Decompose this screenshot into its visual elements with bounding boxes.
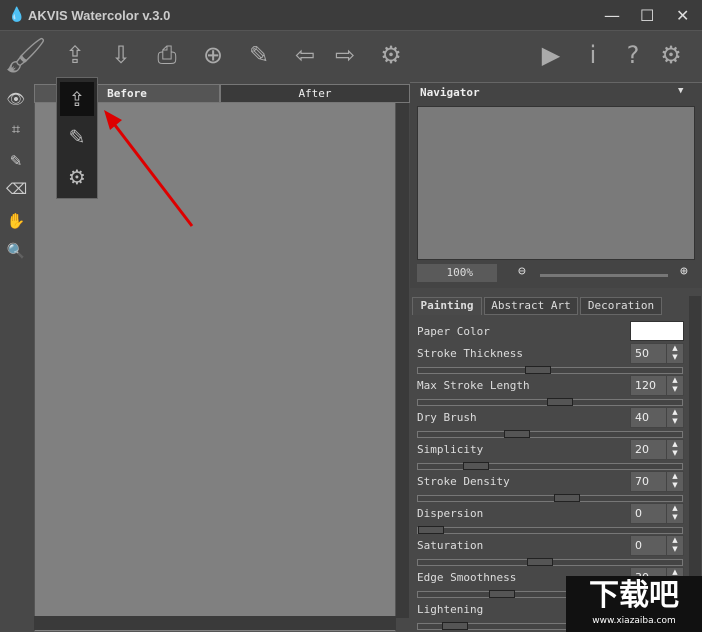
red-arrow-annotation bbox=[104, 110, 194, 227]
watermark-text: 下载吧 bbox=[589, 578, 679, 613]
crop-icon[interactable]: ⌗ bbox=[6, 120, 26, 140]
spin-button[interactable]: ▲▼ bbox=[666, 504, 683, 523]
print-icon[interactable]: ⎙ bbox=[152, 40, 182, 70]
slider-thumb[interactable] bbox=[525, 366, 552, 374]
minimize-button[interactable]: — bbox=[604, 6, 620, 25]
canvas-vertical-scrollbar[interactable] bbox=[396, 103, 409, 618]
watermark: 下载吧 www.xiazaiba.com bbox=[566, 576, 702, 632]
param-label: Lightening bbox=[417, 603, 484, 616]
param-value: 120 bbox=[635, 379, 656, 392]
navigator-title: Navigator bbox=[420, 86, 480, 99]
zoom-slider[interactable] bbox=[540, 274, 668, 277]
param-value-input[interactable]: 70 ▲ ▼ bbox=[630, 471, 684, 492]
param-value: 40 bbox=[635, 411, 649, 424]
paper-color-swatch[interactable] bbox=[630, 321, 684, 341]
run-icon[interactable]: ▶ bbox=[536, 40, 566, 70]
param-value-input[interactable]: 20 ▲ ▼ bbox=[630, 439, 684, 460]
slider-thumb[interactable] bbox=[489, 590, 516, 598]
param-value: 70 bbox=[635, 475, 649, 488]
tab-after[interactable]: After bbox=[220, 84, 410, 103]
canvas-horizontal-scrollbar[interactable] bbox=[34, 616, 396, 630]
open-settings-icon[interactable]: ⚙ bbox=[60, 160, 94, 194]
param-value-input[interactable]: 120 ▲ ▼ bbox=[630, 375, 684, 396]
param-value: 0 bbox=[635, 539, 642, 552]
collapse-icon[interactable]: ▼ bbox=[678, 86, 683, 96]
app-logo-icon: 💧 bbox=[8, 7, 26, 23]
close-button[interactable]: ✕ bbox=[676, 6, 689, 25]
tab-decoration[interactable]: Decoration bbox=[580, 297, 662, 315]
spin-button[interactable]: ▲▼ bbox=[666, 472, 683, 491]
share-icon[interactable]: ⊕ bbox=[198, 40, 228, 70]
param-label: Simplicity bbox=[417, 443, 484, 456]
preview-icon[interactable]: 👁 bbox=[6, 90, 26, 110]
param-label: Max Stroke Length bbox=[417, 379, 530, 392]
param-value-input[interactable]: 40 ▲ ▼ bbox=[630, 407, 684, 428]
param-value: 50 bbox=[635, 347, 649, 360]
param-value-input[interactable]: 0 ▲ ▼ bbox=[630, 535, 684, 556]
slider-thumb[interactable] bbox=[503, 430, 530, 438]
hand-icon[interactable]: ✋ bbox=[6, 212, 26, 232]
slider-thumb[interactable] bbox=[546, 398, 573, 406]
param-label: Edge Smoothness bbox=[417, 571, 517, 584]
preferences-icon[interactable]: ⚙ bbox=[656, 40, 686, 70]
paper-color-label: Paper Color bbox=[417, 325, 490, 338]
open-edit-icon[interactable]: ✎ bbox=[60, 120, 94, 154]
param-slider[interactable] bbox=[417, 526, 683, 534]
slider-thumb[interactable] bbox=[441, 622, 468, 630]
param-label: Stroke Density bbox=[417, 475, 510, 488]
open-menu-popup: ⇪ ✎ ⚙ bbox=[56, 77, 98, 199]
settings-icon[interactable]: ⚙ bbox=[376, 40, 406, 70]
param-slider[interactable] bbox=[417, 430, 683, 438]
param-slider[interactable] bbox=[417, 462, 683, 470]
spin-button[interactable]: ▲▼ bbox=[666, 408, 683, 427]
zoom-in-icon[interactable]: ⊕ bbox=[680, 264, 688, 279]
spin-button[interactable]: ▲▼ bbox=[666, 536, 683, 555]
tool-panel: 👁 ⌗ ✎ ⌫ ✋ 🔍 bbox=[0, 84, 30, 632]
param-label: Saturation bbox=[417, 539, 484, 552]
brush-logo-icon: 🖌 bbox=[4, 36, 48, 76]
param-label: Stroke Thickness bbox=[417, 347, 523, 360]
slider-thumb[interactable] bbox=[527, 558, 554, 566]
maximize-button[interactable]: ☐ bbox=[640, 6, 654, 25]
help-icon[interactable]: ? bbox=[618, 40, 648, 70]
save-icon[interactable]: ⇩ bbox=[106, 40, 136, 70]
forward-icon[interactable]: ⇨ bbox=[330, 40, 360, 70]
param-value: 0 bbox=[635, 507, 642, 520]
zoom-select[interactable]: 100% bbox=[417, 264, 497, 282]
batch-icon[interactable]: ✎ bbox=[244, 40, 274, 70]
spin-button[interactable]: ▲▼ bbox=[666, 344, 683, 363]
window-title: AKVIS Watercolor v.3.0 bbox=[28, 8, 171, 23]
slider-thumb[interactable] bbox=[463, 462, 490, 470]
param-slider[interactable] bbox=[417, 398, 683, 406]
param-label: Dry Brush bbox=[417, 411, 477, 424]
param-slider[interactable] bbox=[417, 494, 683, 502]
watermark-url: www.xiazaiba.com bbox=[592, 616, 676, 626]
back-icon[interactable]: ⇦ bbox=[290, 40, 320, 70]
tab-abstract-art[interactable]: Abstract Art bbox=[484, 297, 578, 315]
param-value-input[interactable]: 0 ▲ ▼ bbox=[630, 503, 684, 524]
zoom-out-icon[interactable]: ⊖ bbox=[518, 264, 526, 279]
info-icon[interactable]: i bbox=[578, 40, 608, 70]
tab-painting[interactable]: Painting bbox=[412, 297, 482, 315]
spin-button[interactable]: ▲▼ bbox=[666, 376, 683, 395]
param-slider[interactable] bbox=[417, 558, 683, 566]
param-value-input[interactable]: 50 ▲ ▼ bbox=[630, 343, 684, 364]
param-value: 20 bbox=[635, 443, 649, 456]
open-image-icon[interactable]: ⇪ bbox=[60, 82, 94, 116]
brush-icon[interactable]: ✎ bbox=[6, 152, 26, 172]
spin-button[interactable]: ▲▼ bbox=[666, 440, 683, 459]
navigator-preview[interactable] bbox=[417, 106, 695, 260]
param-slider[interactable] bbox=[417, 366, 683, 374]
open-icon[interactable]: ⇪ bbox=[60, 40, 90, 70]
eraser-icon[interactable]: ⌫ bbox=[6, 180, 27, 200]
slider-thumb[interactable] bbox=[553, 494, 580, 502]
zoom-icon[interactable]: 🔍 bbox=[6, 242, 26, 262]
param-label: Dispersion bbox=[417, 507, 484, 520]
slider-thumb[interactable] bbox=[418, 526, 444, 534]
